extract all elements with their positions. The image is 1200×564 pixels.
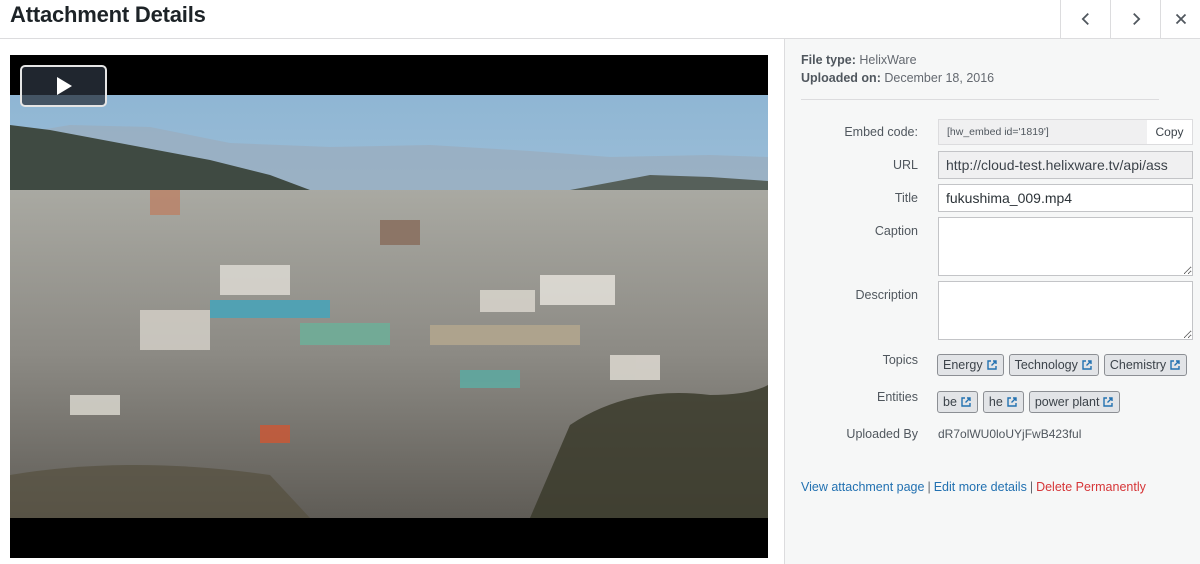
file-type: File type: HelixWare (801, 51, 994, 69)
entity-tag[interactable]: he (982, 391, 1024, 413)
copy-button[interactable]: Copy (1147, 119, 1193, 145)
topic-tag-label: Chemistry (1109, 358, 1167, 372)
title-label: Title (894, 191, 918, 205)
caption-textarea[interactable] (938, 217, 1193, 276)
entity-tag-label: power plant (1034, 395, 1100, 409)
topic-tag-label: Technology (1014, 358, 1078, 372)
edit-details-link[interactable]: Edit more details (934, 480, 1027, 494)
view-attachment-link[interactable]: View attachment page (801, 480, 924, 494)
delete-permanently-link[interactable]: Delete Permanently (1036, 480, 1146, 494)
media-preview-area (0, 39, 784, 564)
modal-header: Attachment Details (0, 0, 1200, 39)
url-field[interactable]: http://cloud-test.helixware.tv/api/ass (938, 151, 1193, 179)
topic-tag[interactable]: Chemistry (1103, 354, 1188, 376)
external-link-icon (986, 360, 997, 370)
external-link-icon (961, 397, 971, 407)
external-link-icon (1170, 360, 1180, 370)
file-type-value: HelixWare (859, 53, 917, 67)
upload-date-value: December 18, 2016 (884, 71, 995, 85)
description-textarea[interactable] (938, 281, 1193, 340)
external-link-icon (1082, 360, 1092, 370)
entity-tag-label: be (943, 395, 957, 409)
topics-label: Topics (882, 353, 918, 367)
entity-tag[interactable]: power plant (1028, 391, 1121, 413)
embed-code-label: Embed code: (844, 125, 918, 139)
upload-date: Uploaded on: December 18, 2016 (801, 69, 994, 87)
chevron-left-icon (1081, 12, 1089, 26)
entity-tag[interactable]: be (937, 391, 978, 413)
next-button[interactable] (1110, 0, 1160, 38)
chevron-right-icon (1132, 12, 1140, 26)
separator: | (1029, 480, 1034, 494)
description-label: Description (855, 288, 918, 302)
topic-tag-label: Energy (943, 358, 983, 372)
topics-list: Energy Technology Chemistry (937, 354, 1188, 376)
play-button[interactable] (20, 65, 107, 107)
uploaded-by-value: dR7olWU0loUYjFwB423ful (938, 427, 1082, 441)
entities-list: be he power plant (937, 391, 1121, 413)
embed-code-field[interactable]: [hw_embed id='1819'] (938, 119, 1148, 145)
file-info: File type: HelixWare Uploaded on: Decemb… (801, 51, 994, 87)
page-title: Attachment Details (10, 2, 206, 27)
caption-label: Caption (874, 224, 918, 238)
uploaded-by-label: Uploaded By (846, 427, 918, 441)
attachment-sidebar: File type: HelixWare Uploaded on: Decemb… (784, 39, 1200, 564)
external-link-icon (1103, 397, 1114, 407)
play-icon (56, 77, 72, 95)
attachment-actions: View attachment page | Edit more details | D… (801, 480, 1146, 494)
video-player[interactable] (10, 55, 768, 558)
file-type-label: File type: (801, 53, 856, 67)
separator: | (927, 480, 931, 494)
close-icon (1175, 13, 1186, 25)
divider (801, 99, 1159, 100)
topic-tag[interactable]: Energy (937, 354, 1004, 376)
title-input[interactable] (938, 184, 1193, 212)
entities-label: Entities (877, 390, 918, 404)
external-link-icon (1007, 397, 1017, 407)
previous-button[interactable] (1060, 0, 1110, 38)
entity-tag-label: he (988, 395, 1003, 409)
url-label: URL (892, 158, 918, 172)
topic-tag[interactable]: Technology (1008, 354, 1099, 376)
upload-date-label: Uploaded on: (801, 71, 881, 85)
video-frame (10, 95, 768, 518)
close-button[interactable] (1160, 0, 1200, 38)
